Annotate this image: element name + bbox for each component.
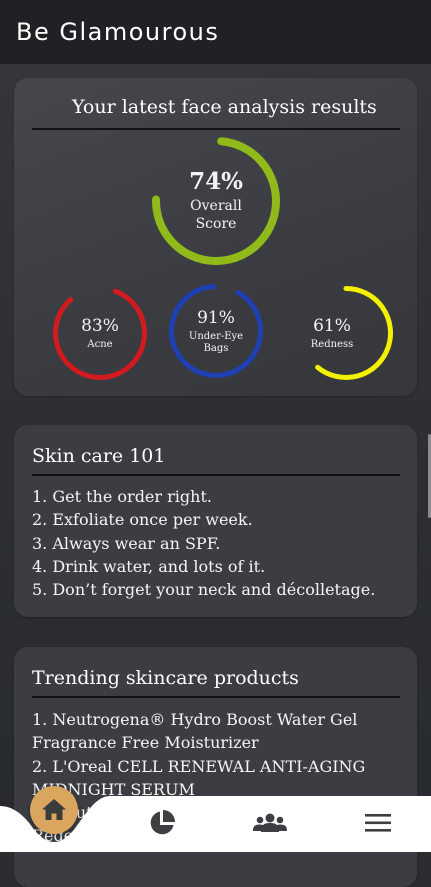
- skincare-divider: [32, 474, 400, 476]
- acne-label: Acne: [87, 339, 113, 350]
- under-eye-bags-label: Under-Eye: [188, 331, 244, 342]
- redness-label: Redness: [310, 339, 354, 350]
- analysis-divider: [32, 128, 400, 130]
- overall-score-label-2: Score: [195, 216, 237, 232]
- nav-item-community[interactable]: [253, 812, 287, 838]
- list-item: 1. Neutrogena® Hydro Boost Water Gel: [32, 710, 358, 729]
- acne-readout: 83% Acne: [52, 316, 148, 350]
- overall-score-label: Overall: [190, 198, 242, 214]
- list-item: 2. Exfoliate once per week.: [32, 510, 253, 530]
- nav-item-menu[interactable]: [365, 813, 391, 837]
- list-item: 4. Drink water, and lots of it.: [32, 556, 266, 576]
- overall-score-readout: 74% Overall Score: [151, 168, 281, 232]
- redness-readout: 61% Redness: [284, 316, 380, 350]
- skincare-heading: Skin care 101: [32, 445, 166, 467]
- face-analysis-card[interactable]: Your latest face analysis results 74% Ov…: [14, 78, 417, 396]
- nav-item-home[interactable]: [30, 786, 78, 834]
- app-title: Be Glamourous: [16, 18, 220, 46]
- people-icon: [253, 813, 287, 832]
- under-eye-bags-label-2: Bags: [203, 343, 229, 354]
- home-icon: [42, 799, 66, 820]
- overall-score-percent: 74%: [189, 168, 243, 195]
- app-bar: Be Glamourous: [0, 0, 431, 64]
- trending-divider: [32, 696, 400, 698]
- under-eye-bags-readout: 91% Under-Eye Bags: [168, 308, 264, 354]
- trending-heading: Trending skincare products: [32, 667, 299, 689]
- nav-item-analysis[interactable]: [148, 809, 176, 841]
- list-item: 1. Get the order right.: [32, 487, 212, 506]
- skincare-tips-list: 1. Get the order right. 2. Exfoliate onc…: [32, 485, 375, 601]
- list-item: 5. Don’t forget your neck and décolletag…: [32, 580, 376, 600]
- list-item: 3. Always wear an SPF.: [32, 533, 221, 553]
- skin-care-101-card[interactable]: Skin care 101 1. Get the order right. 2.…: [14, 425, 417, 617]
- list-item: Fragrance Free Moisturizer: [32, 733, 259, 753]
- menu-icon: [365, 814, 391, 832]
- analysis-heading: Your latest face analysis results: [72, 96, 377, 118]
- redness-percent: 61%: [313, 316, 351, 336]
- under-eye-bags-percent: 91%: [197, 308, 235, 328]
- content-area[interactable]: Your latest face analysis results 74% Ov…: [0, 64, 431, 887]
- acne-percent: 83%: [81, 316, 119, 336]
- pie-chart-icon: [150, 810, 175, 835]
- list-item: 2. L'Oreal CELL RENEWAL ANTI-AGING: [32, 756, 366, 776]
